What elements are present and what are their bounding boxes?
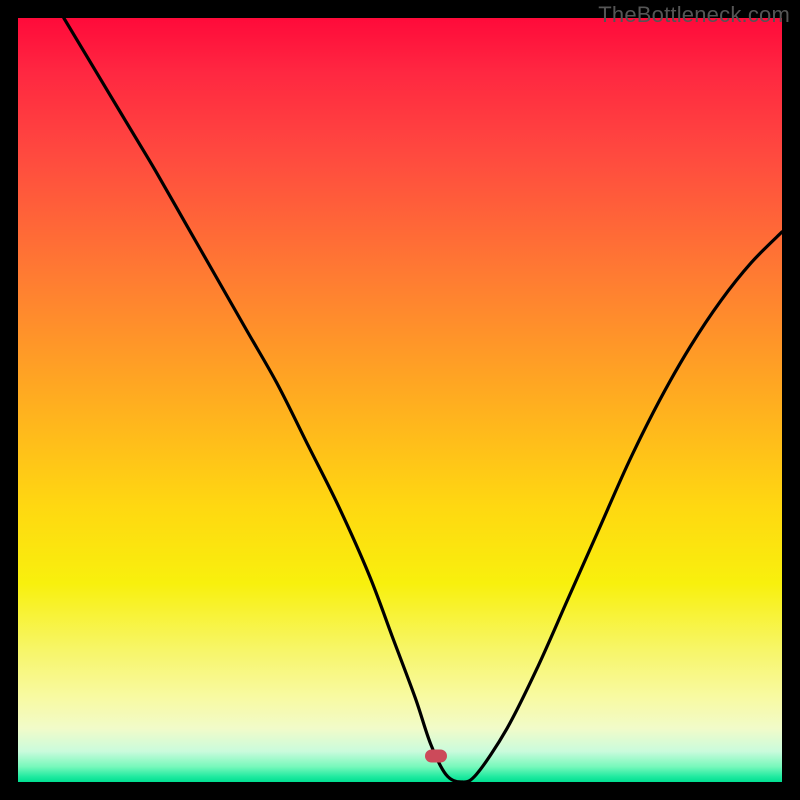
- curve-layer: [18, 18, 782, 782]
- plot-area: [18, 18, 782, 782]
- chart-frame: TheBottleneck.com: [0, 0, 800, 800]
- bottleneck-curve: [64, 18, 782, 782]
- watermark-text: TheBottleneck.com: [598, 2, 790, 28]
- optimum-marker: [425, 750, 447, 763]
